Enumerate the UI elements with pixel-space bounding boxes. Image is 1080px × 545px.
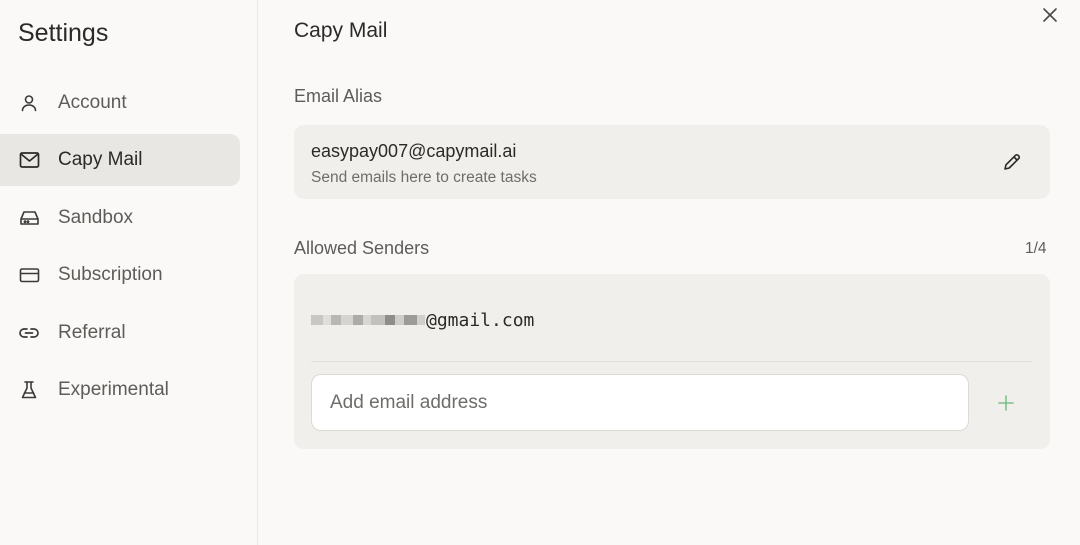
sidebar-item-label: Sandbox	[58, 207, 134, 228]
email-alias-card: easypay007@capymail.ai Send emails here …	[294, 125, 1050, 199]
add-email-input[interactable]	[311, 374, 969, 431]
senders-count: 1/4	[1025, 240, 1047, 257]
user-icon	[18, 92, 40, 114]
settings-sidebar: Settings Account Capy Mail Sandbox Subsc…	[0, 0, 258, 545]
edit-alias-button[interactable]	[1000, 150, 1024, 174]
alias-description: Send emails here to create tasks	[311, 169, 537, 186]
list-item: @gmail.com	[311, 307, 534, 333]
credit-card-icon	[18, 264, 40, 286]
sidebar-item-label: Referral	[58, 322, 126, 343]
allowed-senders-heading: Allowed Senders	[294, 238, 430, 258]
hard-drive-icon	[18, 207, 40, 229]
sidebar-item-capy-mail[interactable]: Capy Mail	[0, 134, 240, 186]
sender-email: @gmail.com	[426, 309, 535, 331]
add-sender-button[interactable]	[994, 391, 1018, 415]
divider	[311, 361, 1033, 362]
redacted-username	[311, 313, 425, 327]
allowed-senders-card: @gmail.com	[294, 274, 1050, 449]
sidebar-item-label: Account	[58, 92, 127, 113]
sidebar-item-label: Capy Mail	[58, 149, 143, 170]
capy-mail-panel: Capy Mail Email Alias easypay007@capymai…	[259, 0, 1080, 545]
sidebar-item-referral[interactable]: Referral	[0, 307, 240, 359]
sidebar-item-label: Experimental	[58, 379, 169, 400]
page-title: Capy Mail	[294, 19, 388, 42]
sidebar-item-account[interactable]: Account	[0, 77, 240, 129]
close-button[interactable]	[1039, 4, 1061, 26]
flask-icon	[18, 379, 40, 401]
link-icon	[18, 322, 40, 344]
close-icon	[1043, 8, 1057, 22]
pencil-icon	[1004, 153, 1021, 170]
sidebar-item-sandbox[interactable]: Sandbox	[0, 192, 240, 244]
mail-icon	[18, 149, 40, 171]
sidebar-item-subscription[interactable]: Subscription	[0, 249, 240, 301]
sidebar-title: Settings	[18, 19, 109, 47]
sidebar-item-experimental[interactable]: Experimental	[0, 364, 240, 416]
email-alias-heading: Email Alias	[294, 86, 383, 106]
alias-email: easypay007@capymail.ai	[311, 141, 517, 161]
sidebar-item-label: Subscription	[58, 264, 163, 285]
plus-icon	[998, 395, 1014, 411]
